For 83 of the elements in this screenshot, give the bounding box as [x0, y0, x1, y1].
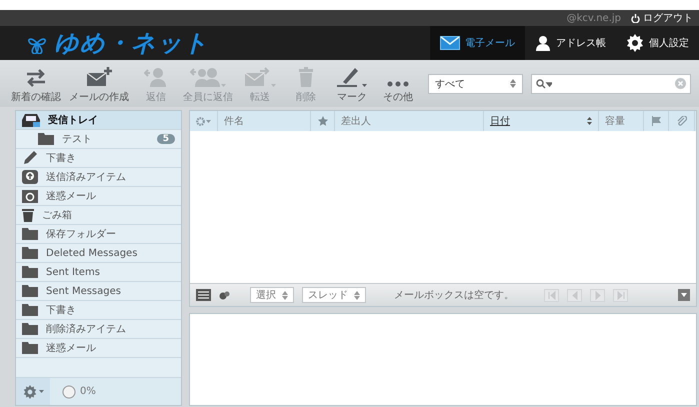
caret-icon [38, 390, 44, 393]
trash-icon [299, 66, 313, 86]
gear-icon [22, 384, 36, 398]
envelope-arrow-icon [244, 66, 270, 86]
unread-count: 5 [156, 134, 175, 144]
status-text: メールボックスは空です。 [394, 288, 515, 302]
gear-icon [196, 116, 211, 126]
reply-people-icon [190, 66, 220, 86]
sort-icon [587, 117, 592, 125]
column-header[interactable]: 件名 [218, 111, 311, 131]
pen-icon [337, 66, 361, 86]
expand-icon[interactable] [678, 289, 690, 301]
folder-item[interactable]: 下書き [16, 149, 181, 168]
pager-button[interactable] [544, 288, 559, 302]
nav-tab[interactable]: 電子メール [430, 26, 525, 60]
quota-text: 0% [80, 386, 96, 397]
folder-item[interactable]: Sent Messages [16, 282, 181, 301]
reply-person-icon [144, 66, 168, 86]
account-name: @kcv.ne.jp [566, 12, 621, 24]
search-icon [536, 78, 552, 88]
toolbar-button[interactable]: その他 [376, 64, 420, 104]
column-header[interactable]: 容量 [599, 111, 644, 131]
trash-icon [22, 208, 34, 222]
folder-item[interactable]: 受信トレイ [16, 111, 181, 130]
quota-pie-icon [62, 384, 76, 398]
toolbar-button[interactable]: メールの作成 [66, 64, 132, 104]
inbox-icon [22, 113, 40, 127]
folder-icon [38, 133, 54, 145]
up-down-arrows-icon [282, 290, 288, 300]
select-dropdown[interactable]: 選択 [250, 287, 294, 303]
logo-text: ゆめ・ネット [54, 28, 209, 59]
settings-button[interactable] [16, 378, 50, 405]
paperclip-icon [676, 116, 686, 126]
column-header[interactable]: 差出人 [335, 111, 484, 131]
nav-tab[interactable]: 個人設定 [616, 26, 699, 60]
folder-icon [22, 228, 38, 240]
folder-icon [22, 266, 38, 278]
pager-arrow-icon [616, 290, 626, 300]
pager-arrow-icon [592, 290, 602, 300]
flag-icon [652, 116, 660, 126]
folder-item[interactable]: ごみ箱 [16, 206, 181, 225]
person-icon [535, 35, 551, 51]
column-header[interactable]: 日付 [484, 111, 599, 131]
folder-item[interactable]: Deleted Messages [16, 244, 181, 263]
folder-icon [22, 285, 38, 297]
threads-icon[interactable] [219, 290, 230, 300]
pager-button[interactable] [567, 288, 582, 302]
recycle-folder-icon [22, 189, 38, 203]
pager-button[interactable] [590, 288, 605, 302]
folder-icon [22, 323, 38, 335]
pager-button[interactable] [613, 288, 628, 302]
pager-arrow-icon [570, 290, 580, 300]
toolbar-button[interactable]: 新着の確認 [8, 64, 64, 104]
filter-dropdown[interactable]: すべて [428, 74, 523, 94]
threads-dropdown[interactable]: スレッド [302, 287, 366, 303]
folder-item[interactable]: 削除済みアイテム [16, 320, 181, 339]
folder-item[interactable]: テスト 5 [16, 130, 181, 149]
nav-tab[interactable]: アドレス帳 [525, 26, 616, 60]
gear-icon [626, 34, 644, 52]
folder-item[interactable]: 下書き [16, 301, 181, 320]
clear-icon[interactable] [675, 78, 686, 89]
pencil-icon [22, 151, 38, 165]
envelope-plus-icon [86, 66, 112, 86]
logout-link[interactable]: ログアウト [631, 11, 693, 25]
star-icon [318, 116, 328, 126]
folder-icon [22, 304, 38, 316]
dots-icon [387, 80, 409, 86]
folder-item[interactable]: 迷惑メール [16, 187, 181, 206]
folder-icon [22, 342, 38, 354]
folder-item[interactable]: 保存フォルダー [16, 225, 181, 244]
list-view-icon[interactable] [196, 289, 211, 301]
envelope-icon [440, 36, 460, 50]
power-icon [631, 14, 640, 22]
swap-arrows-icon [25, 68, 47, 86]
folder-item[interactable]: Sent Items [16, 263, 181, 282]
folder-icon [22, 247, 38, 259]
search-field[interactable] [531, 74, 691, 94]
spinner-arrows-icon [510, 79, 516, 88]
folder-item[interactable]: 送信済みアイテム [16, 168, 181, 187]
pager-arrow-icon [546, 290, 556, 300]
folder-item[interactable]: 迷惑メール [16, 339, 181, 358]
toolbar-button[interactable]: マーク [330, 64, 374, 104]
up-down-arrows-icon [354, 290, 360, 300]
